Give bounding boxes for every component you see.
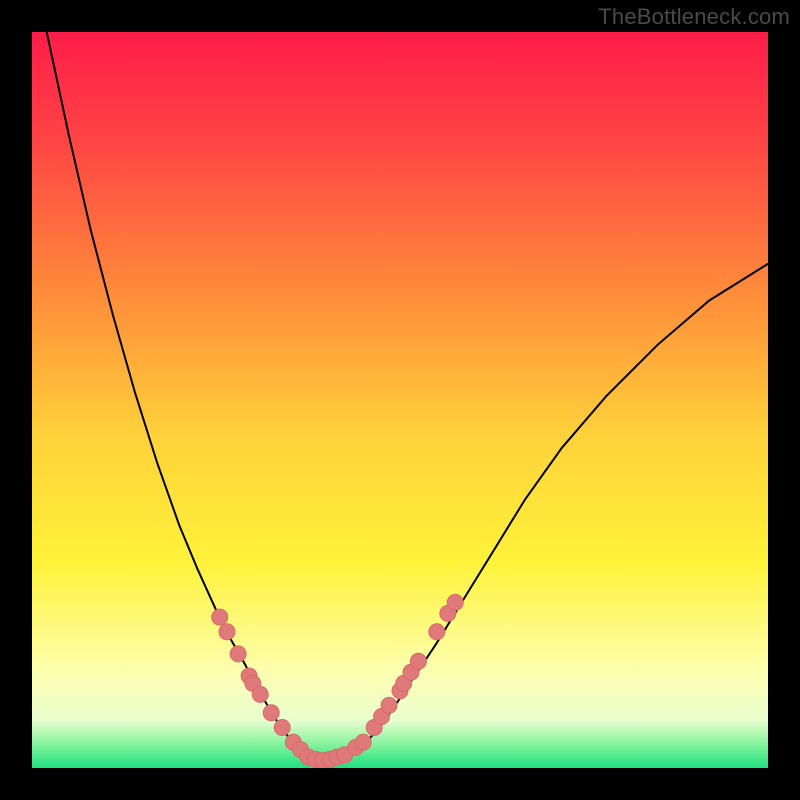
curve-marker xyxy=(410,653,426,669)
chart-frame: TheBottleneck.com xyxy=(0,0,800,800)
curve-marker xyxy=(212,609,228,625)
watermark-text: TheBottleneck.com xyxy=(598,4,790,30)
curve-marker xyxy=(263,705,279,721)
curve-marker xyxy=(429,624,445,640)
curve-marker xyxy=(355,734,371,750)
curve-marker xyxy=(447,594,463,610)
curve-marker xyxy=(230,646,246,662)
curve-marker xyxy=(381,697,397,713)
curve-marker xyxy=(274,720,290,736)
chart-svg xyxy=(32,32,768,768)
plot-area xyxy=(32,32,768,768)
gradient-background xyxy=(32,32,768,768)
curve-marker xyxy=(252,686,268,702)
curve-marker xyxy=(219,624,235,640)
